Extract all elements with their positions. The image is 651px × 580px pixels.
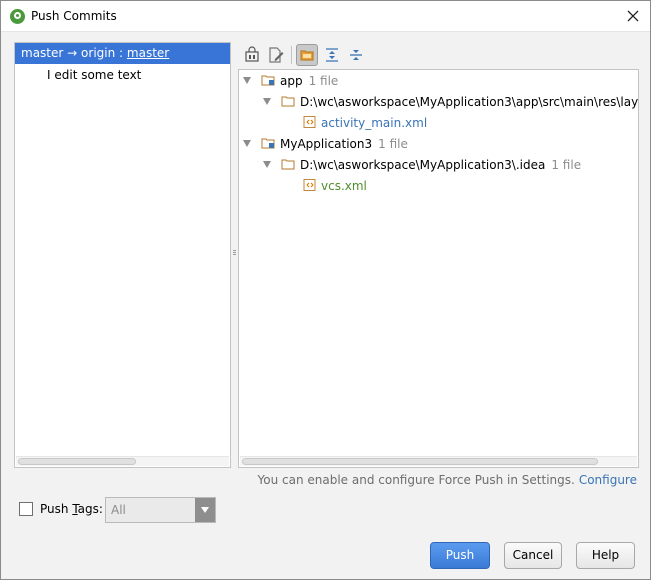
commit-item[interactable]: I edit some text	[15, 65, 230, 85]
changes-toolbar	[238, 42, 638, 69]
push-commits-dialog: Push Commits master → origin : master I …	[0, 0, 651, 580]
local-branch: master	[21, 46, 64, 60]
force-push-text: You can enable and configure Force Push …	[257, 473, 575, 487]
file-count: 1 file	[308, 74, 339, 88]
branch-row[interactable]: master → origin : master	[15, 43, 230, 64]
chevron-down-icon[interactable]	[195, 498, 215, 522]
remote-branch-link[interactable]: master	[127, 46, 169, 60]
xml-file-icon	[303, 179, 316, 191]
expand-arrow-icon[interactable]	[263, 98, 271, 105]
expand-arrow-icon[interactable]	[263, 161, 271, 168]
push-tags-select-value: All	[111, 503, 126, 517]
show-diff-button[interactable]	[241, 44, 263, 66]
show-diff-icon	[245, 46, 259, 62]
file-name: activity_main.xml	[321, 116, 428, 130]
directory-path: D:\wc\asworkspace\MyApplication3\.idea	[300, 158, 546, 172]
cancel-button[interactable]: Cancel	[504, 542, 562, 569]
module-name: MyApplication3	[280, 137, 373, 151]
push-tags-label[interactable]: Push Tags:	[40, 502, 103, 516]
file-count: 1 file	[378, 137, 408, 151]
expand-arrow-icon[interactable]	[243, 77, 251, 84]
file-name: vcs.xml	[321, 179, 367, 193]
edit-source-icon	[269, 47, 284, 63]
changed-files-tree: app 1 file D:\wc\asworkspace\MyApplicatio…	[238, 69, 639, 468]
help-button[interactable]: Help	[576, 542, 635, 569]
tree-directory[interactable]: D:\wc\asworkspace\MyApplication3\app\src…	[239, 92, 638, 112]
expand-arrow-icon[interactable]	[243, 140, 251, 147]
module-folder-icon	[261, 75, 275, 86]
push-tags-checkbox[interactable]	[19, 502, 33, 516]
push-button[interactable]: Push	[430, 542, 490, 569]
module-folder-icon	[261, 138, 275, 149]
commit-message: I edit some text	[47, 68, 142, 82]
tree-file[interactable]: activity_main.xml	[239, 113, 638, 133]
group-by-directory-button[interactable]	[296, 44, 318, 66]
configure-link[interactable]: Configure	[579, 473, 637, 487]
xml-file-icon	[303, 116, 316, 128]
push-tags-select[interactable]: All	[105, 497, 216, 523]
scrollbar-thumb[interactable]	[242, 458, 598, 465]
close-icon	[627, 10, 639, 22]
group-by-directory-icon	[300, 50, 314, 61]
android-studio-icon	[10, 9, 25, 24]
horizontal-scrollbar[interactable]	[240, 456, 637, 466]
directory-path: D:\wc\asworkspace\MyApplication3\app\src…	[300, 95, 639, 109]
horizontal-scrollbar[interactable]	[16, 456, 229, 466]
commits-list: master → origin : master I edit some tex…	[14, 42, 231, 468]
close-button[interactable]	[622, 5, 644, 27]
remote-separator: :	[119, 46, 124, 60]
force-push-hint: You can enable and configure Force Push …	[258, 473, 638, 487]
tree-module-app[interactable]: app 1 file	[239, 71, 638, 91]
tree-directory[interactable]: D:\wc\asworkspace\MyApplication3\.idea 1 …	[239, 155, 638, 175]
collapse-all-icon	[350, 50, 362, 60]
module-name: app	[280, 74, 303, 88]
scrollbar-thumb[interactable]	[18, 458, 136, 465]
folder-icon	[281, 159, 295, 170]
folder-icon	[281, 96, 295, 107]
file-count: 1 file	[551, 158, 582, 172]
panel-splitter[interactable]	[231, 241, 238, 265]
remote-name: origin	[81, 46, 116, 60]
edit-source-button[interactable]	[265, 44, 287, 66]
title-bar: Push Commits	[1, 1, 650, 32]
expand-all-icon	[326, 48, 338, 62]
tree-file[interactable]: vcs.xml	[239, 176, 638, 196]
expand-all-button[interactable]	[321, 44, 343, 66]
window-title: Push Commits	[31, 9, 117, 23]
collapse-all-button[interactable]	[345, 44, 367, 66]
push-arrow: →	[67, 46, 78, 60]
tree-module-myapplication3[interactable]: MyApplication3 1 file	[239, 134, 638, 154]
